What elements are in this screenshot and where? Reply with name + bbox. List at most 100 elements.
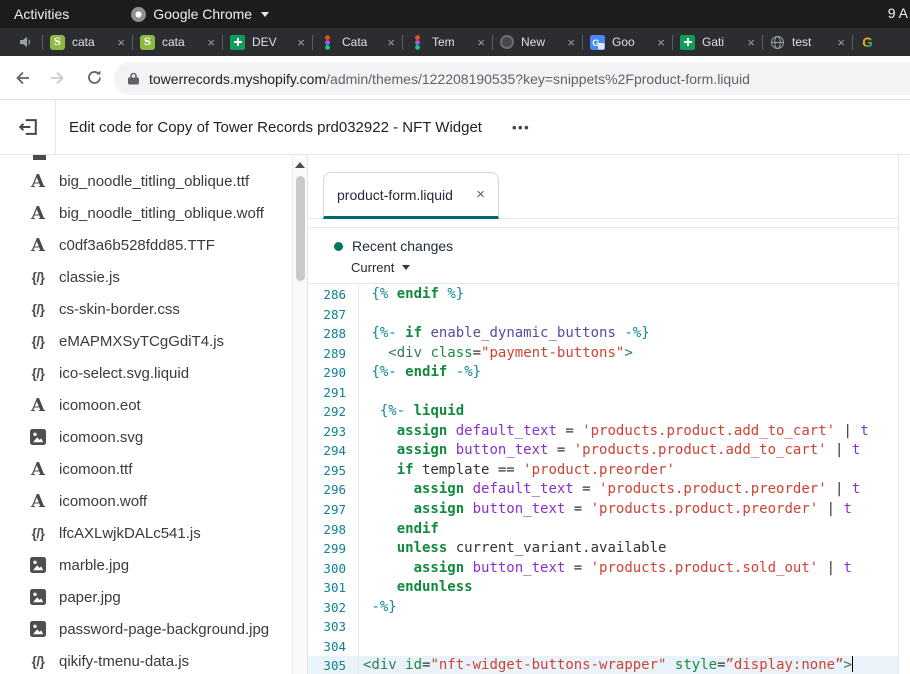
shopify-favicon-icon: S: [140, 35, 155, 50]
code-line[interactable]: 304: [308, 637, 898, 657]
code-line[interactable]: 293 assign default_text = 'products.prod…: [308, 422, 898, 442]
file-item[interactable]: Abig_noodle_titling_oblique.ttf: [0, 165, 307, 197]
browser-tab[interactable]: G: [853, 28, 893, 56]
browser-tab[interactable]: Scata×: [133, 28, 222, 56]
code-line[interactable]: 297 assign button_text = 'products.produ…: [308, 500, 898, 520]
tab-close-icon[interactable]: ×: [747, 35, 755, 50]
code-line[interactable]: 303: [308, 617, 898, 637]
version-dropdown[interactable]: Current: [334, 260, 898, 275]
file-item[interactable]: Abig_noodle_titling_oblique.woff: [0, 197, 307, 229]
file-item[interactable]: {/} qikify-tmenu-data.js: [0, 645, 307, 674]
code-line[interactable]: 288 {%- if enable_dynamic_buttons -%}: [308, 324, 898, 344]
browser-tab[interactable]: New×: [493, 28, 582, 56]
tab-close-icon[interactable]: ×: [117, 35, 125, 50]
file-name: qikify-tmenu-data.js: [59, 653, 189, 670]
code-line[interactable]: 300 assign button_text = 'products.produ…: [308, 559, 898, 579]
code-line[interactable]: 291: [308, 383, 898, 403]
file-item[interactable]: {/}classie.js: [0, 261, 307, 293]
code-line-content: assign button_text = 'products.product.p…: [359, 500, 852, 520]
more-actions-button[interactable]: •••: [512, 120, 530, 135]
tab-close-icon[interactable]: ×: [567, 35, 575, 50]
svg-text:G: G: [862, 35, 873, 50]
code-line[interactable]: 290 {%- endif -%}: [308, 363, 898, 383]
code-line[interactable]: 294 assign button_text = 'products.produ…: [308, 441, 898, 461]
file-item[interactable]: Ac0df3a6b528fdd85.TTF: [0, 229, 307, 261]
editor-tab-label: product-form.liquid: [337, 187, 453, 203]
code-line[interactable]: 292 {%- liquid: [308, 402, 898, 422]
browser-tab[interactable]: DEV×: [223, 28, 312, 56]
file-name: icomoon.eot: [59, 397, 141, 414]
scroll-up-icon[interactable]: [295, 162, 305, 168]
font-file-icon: A: [26, 459, 50, 480]
code-line[interactable]: 305<div id="nft-widget-buttons-wrapper" …: [308, 656, 898, 674]
code-line[interactable]: 286 {% endif %}: [308, 285, 898, 305]
code-line[interactable]: 289 <div class="payment-buttons">: [308, 344, 898, 364]
browser-tab[interactable]: Cata×: [313, 28, 402, 56]
file-name: eMAPMXSyTCgGdiT4.js: [59, 333, 224, 350]
font-file-icon: A: [26, 203, 50, 224]
code-file-icon: {/}: [26, 654, 50, 669]
line-number: 286: [308, 285, 359, 305]
file-name: ico-select.svg.liquid: [59, 365, 189, 382]
browser-tab[interactable]: GGoo×: [583, 28, 672, 56]
editor-tab-product-form[interactable]: product-form.liquid ×: [323, 172, 499, 219]
code-file-icon: {/}: [26, 366, 50, 381]
lock-icon[interactable]: [128, 72, 139, 85]
code-line-content: [359, 305, 363, 325]
tab-close-icon[interactable]: ×: [477, 35, 485, 50]
tab-close-icon[interactable]: ×: [476, 186, 485, 203]
back-button[interactable]: [8, 64, 36, 92]
line-number: 294: [308, 441, 359, 461]
activities-button[interactable]: Activities: [14, 6, 69, 22]
file-item[interactable]: {/}cs-skin-border.css: [0, 293, 307, 325]
browser-tab[interactable]: test×: [763, 28, 852, 56]
sheets-favicon-icon: [230, 35, 245, 50]
tab-close-icon[interactable]: ×: [837, 35, 845, 50]
code-line-content: endunless: [359, 578, 473, 598]
code-line[interactable]: 299 unless current_variant.available: [308, 539, 898, 559]
browser-tab-title: Goo: [612, 35, 653, 49]
code-area[interactable]: 286 {% endif %}287288 {%- if enable_dyna…: [308, 284, 898, 674]
line-number: 305: [308, 656, 359, 674]
scrollbar-thumb[interactable]: [296, 176, 305, 281]
file-item[interactable]: icomoon.svg: [0, 421, 307, 453]
browser-tab[interactable]: Gati×: [673, 28, 762, 56]
code-line[interactable]: 301 endunless: [308, 578, 898, 598]
chevron-down-icon: [261, 12, 269, 17]
browser-tab-title: Tem: [432, 35, 473, 49]
browser-tab[interactable]: Scata×: [43, 28, 132, 56]
file-item[interactable]: Aicomoon.woff: [0, 485, 307, 517]
file-item[interactable]: paper.jpg: [0, 581, 307, 613]
sidebar-scrollbar[interactable]: [292, 155, 307, 674]
code-line[interactable]: 302 -%}: [308, 598, 898, 618]
tab-close-icon[interactable]: ×: [387, 35, 395, 50]
file-item[interactable]: password-page-background.jpg: [0, 613, 307, 645]
file-name: icomoon.woff: [59, 493, 147, 510]
font-file-icon: A: [26, 395, 50, 416]
code-line-content: {%- endif -%}: [359, 363, 481, 383]
file-item[interactable]: {/} ico-select.svg.liquid: [0, 357, 307, 389]
app-menu[interactable]: Google Chrome: [131, 6, 269, 22]
code-line[interactable]: 296 assign default_text = 'products.prod…: [308, 480, 898, 500]
file-name: paper.jpg: [59, 589, 121, 606]
reload-button[interactable]: [80, 64, 108, 92]
image-file-icon: [26, 429, 50, 445]
file-item[interactable]: {/}eMAPMXSyTCgGdiT4.js: [0, 325, 307, 357]
url-path: /admin/themes/122208190535?key=snippets%…: [326, 71, 750, 87]
browser-tab[interactable]: Tem ×: [403, 28, 492, 56]
forward-button[interactable]: [44, 64, 72, 92]
code-line[interactable]: 287: [308, 305, 898, 325]
exit-button[interactable]: [0, 100, 56, 154]
tab-close-icon[interactable]: ×: [207, 35, 215, 50]
code-line[interactable]: 298 endif: [308, 520, 898, 540]
file-item[interactable]: {/}lfcAXLwjkDALc541.js: [0, 517, 307, 549]
code-line[interactable]: 295 if template == 'product.preorder': [308, 461, 898, 481]
file-item[interactable]: marble.jpg: [0, 549, 307, 581]
address-bar[interactable]: towerrecords.myshopify.com/admin/themes/…: [114, 62, 910, 95]
file-item[interactable]: Aicomoon.eot: [0, 389, 307, 421]
google-favicon-icon: G: [860, 35, 875, 50]
clock[interactable]: 9 A: [888, 5, 908, 21]
tab-close-icon[interactable]: ×: [297, 35, 305, 50]
tab-close-icon[interactable]: ×: [657, 35, 665, 50]
file-item[interactable]: Aicomoon.ttf: [0, 453, 307, 485]
